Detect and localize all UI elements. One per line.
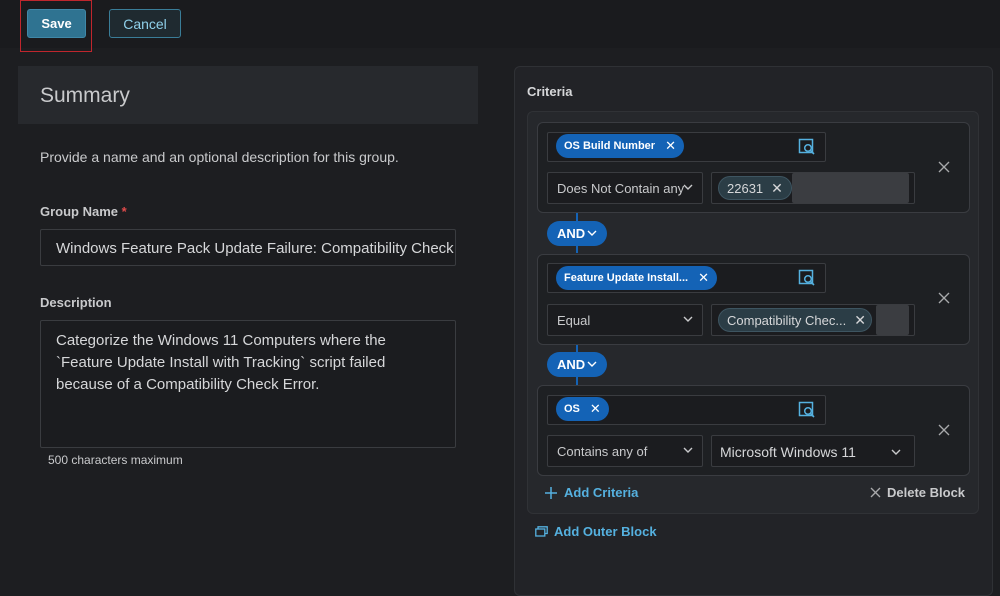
conjunction-toggle[interactable]: AND xyxy=(547,352,607,377)
operator-value: Equal xyxy=(557,313,591,328)
field-pill[interactable]: OS ✕ xyxy=(556,397,609,421)
conjunction-toggle[interactable]: AND xyxy=(547,221,607,246)
chevron-down-icon xyxy=(683,447,693,453)
value-input[interactable]: Compatibility Chec... ✕ xyxy=(711,304,915,336)
value-chip[interactable]: Compatibility Chec... ✕ xyxy=(718,308,872,332)
operator-select[interactable]: Contains any of xyxy=(547,435,703,467)
operator-select[interactable]: Equal xyxy=(547,304,703,336)
add-block-icon xyxy=(535,526,548,537)
chevron-down-icon xyxy=(587,361,597,367)
value-entry-area[interactable] xyxy=(876,305,909,335)
field-pill-label: OS xyxy=(564,403,580,415)
operator-select[interactable]: Does Not Contain any xyxy=(547,172,703,204)
value-select[interactable]: Microsoft Windows 11 xyxy=(711,435,915,467)
delete-block-button[interactable]: Delete Block xyxy=(870,485,965,500)
search-list-icon[interactable] xyxy=(798,138,816,156)
value-chip[interactable]: 22631 ✕ xyxy=(718,176,792,200)
add-criteria-button[interactable]: Add Criteria xyxy=(545,485,638,500)
summary-title: Summary xyxy=(40,84,130,107)
add-outer-block-label: Add Outer Block xyxy=(554,524,657,539)
description-textarea[interactable]: Categorize the Windows 11 Computers wher… xyxy=(40,320,456,448)
chevron-down-icon xyxy=(683,316,693,322)
save-button[interactable]: Save xyxy=(27,9,86,38)
close-icon[interactable]: ✕ xyxy=(854,312,866,329)
close-icon[interactable]: ✕ xyxy=(771,180,783,197)
operator-value: Contains any of xyxy=(557,444,648,459)
summary-header: Summary xyxy=(18,66,478,124)
chevron-down-icon xyxy=(683,184,693,190)
close-icon[interactable]: ✕ xyxy=(665,138,676,154)
operator-value: Does Not Contain any xyxy=(557,181,685,196)
plus-icon xyxy=(545,486,557,499)
remove-criteria-icon[interactable] xyxy=(938,424,950,436)
close-icon[interactable]: ✕ xyxy=(698,270,709,286)
criteria-title: Criteria xyxy=(527,84,573,99)
group-name-label-text: Group Name xyxy=(40,204,119,219)
value-chip-label: 22631 xyxy=(727,180,764,196)
group-name-input[interactable]: Windows Feature Pack Update Failure: Com… xyxy=(40,229,456,266)
close-icon[interactable]: ✕ xyxy=(590,401,601,417)
close-icon xyxy=(870,487,881,498)
add-criteria-label: Add Criteria xyxy=(564,485,639,500)
remove-criteria-icon[interactable] xyxy=(938,161,950,173)
conjunction-label: AND xyxy=(557,357,586,372)
search-list-icon[interactable] xyxy=(798,269,816,287)
search-list-icon[interactable] xyxy=(798,401,816,419)
add-outer-block-button[interactable]: Add Outer Block xyxy=(535,524,657,539)
field-pill-label: Feature Update Install... xyxy=(564,272,689,284)
group-name-label: Group Name * xyxy=(40,204,127,219)
description-label: Description xyxy=(40,295,112,310)
remove-criteria-icon[interactable] xyxy=(938,292,950,304)
field-pill-label: OS Build Number xyxy=(564,140,656,152)
summary-description: Provide a name and an optional descripti… xyxy=(40,149,399,165)
value-chip-label: Compatibility Chec... xyxy=(727,312,847,328)
required-marker: * xyxy=(121,204,127,219)
chevron-down-icon xyxy=(891,449,901,455)
char-limit-hint: 500 characters maximum xyxy=(48,453,183,467)
delete-block-label: Delete Block xyxy=(887,485,966,500)
value-selected: Microsoft Windows 11 xyxy=(720,444,856,460)
chevron-down-icon xyxy=(587,230,597,236)
cancel-button[interactable]: Cancel xyxy=(109,9,181,38)
field-pill[interactable]: OS Build Number ✕ xyxy=(556,134,684,158)
field-pill[interactable]: Feature Update Install... ✕ xyxy=(556,266,717,290)
conjunction-label: AND xyxy=(557,226,586,241)
value-input[interactable]: 22631 ✕ xyxy=(711,172,915,204)
value-entry-area[interactable] xyxy=(792,173,909,203)
